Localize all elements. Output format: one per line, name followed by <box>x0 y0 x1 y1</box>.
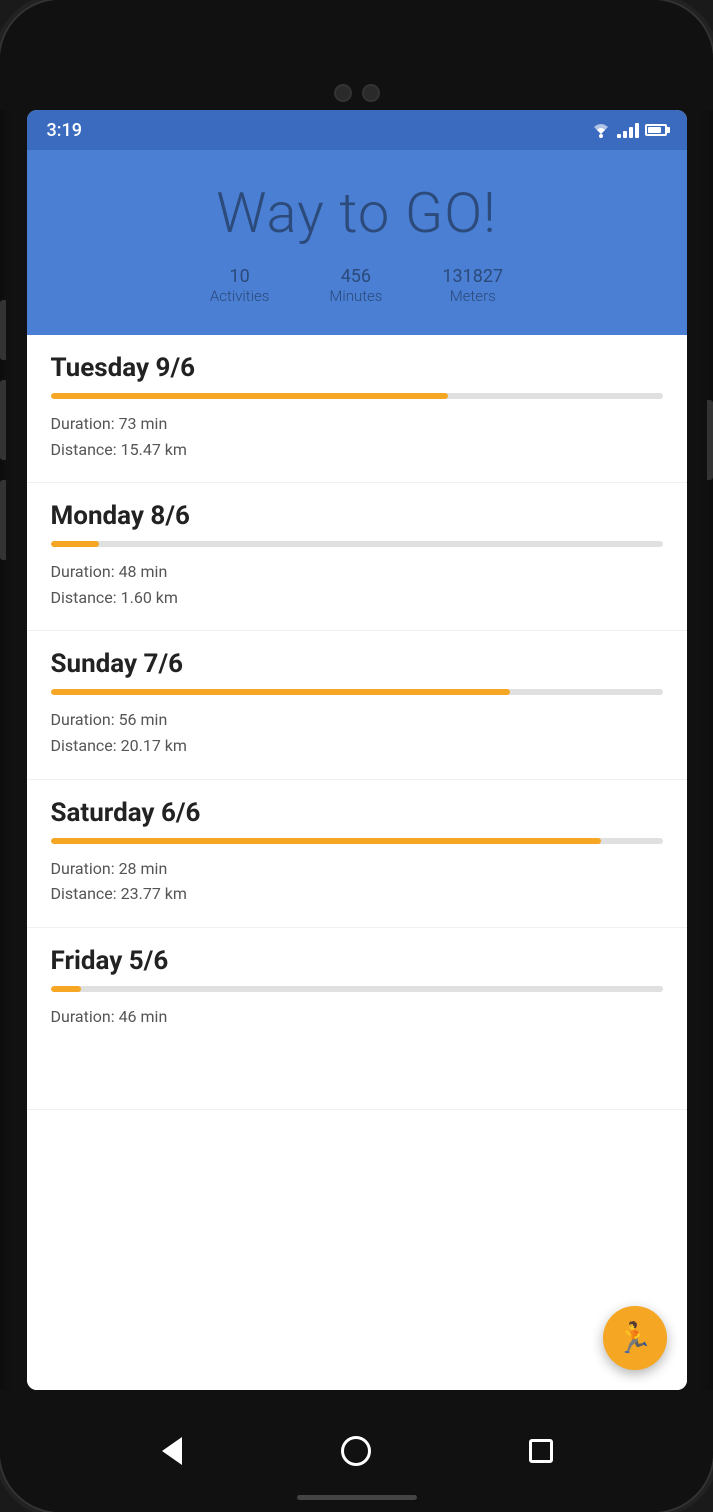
run-icon: 🏃 <box>616 1321 653 1356</box>
activity-day-tuesday: Tuesday 9/6 <box>51 353 663 383</box>
meters-label: Meters <box>442 287 503 305</box>
phone-bottom-bar <box>0 1390 713 1512</box>
activity-saturday[interactable]: Saturday 6/6 Duration: 28 min Distance: … <box>27 780 687 928</box>
activity-duration-monday: Duration: 48 min <box>51 559 663 585</box>
activity-duration-friday: Duration: 46 min <box>51 1004 663 1030</box>
activities-list: Tuesday 9/6 Duration: 73 min Distance: 1… <box>27 335 687 1390</box>
bottom-indicator <box>297 1495 417 1500</box>
phone-top-bar <box>0 0 713 110</box>
status-time: 3:19 <box>47 120 82 141</box>
header-section: Way to GO! 10 Activities 456 Minutes 131… <box>27 150 687 335</box>
phone-frame: 3:19 Way to GO! <box>0 0 713 1512</box>
progress-bar-tuesday <box>51 393 663 399</box>
status-icons <box>591 122 667 138</box>
signal-icon <box>617 122 639 138</box>
progress-bar-sunday <box>51 689 663 695</box>
camera-right <box>362 84 380 102</box>
power-button[interactable] <box>707 400 713 480</box>
recent-icon <box>529 1439 553 1463</box>
progress-bar-friday <box>51 986 663 992</box>
activity-day-friday: Friday 5/6 <box>51 946 663 976</box>
progress-fill-saturday <box>51 838 602 844</box>
volume-down-button[interactable] <box>0 380 6 460</box>
camera-left <box>334 84 352 102</box>
stat-minutes: 456 Minutes <box>329 266 382 305</box>
minutes-value: 456 <box>329 266 382 287</box>
minutes-label: Minutes <box>329 287 382 305</box>
bar2 <box>623 131 627 138</box>
add-activity-button[interactable]: 🏃 <box>603 1306 667 1370</box>
progress-fill-friday <box>51 986 82 992</box>
home-icon <box>341 1436 371 1466</box>
activity-distance-saturday: Distance: 23.77 km <box>51 881 663 907</box>
progress-fill-tuesday <box>51 393 449 399</box>
activities-label: Activities <box>210 287 269 305</box>
activities-value: 10 <box>210 266 269 287</box>
activity-day-sunday: Sunday 7/6 <box>51 649 663 679</box>
activity-sunday[interactable]: Sunday 7/6 Duration: 56 min Distance: 20… <box>27 631 687 779</box>
nav-recent-button[interactable] <box>523 1433 559 1469</box>
activity-distance-sunday: Distance: 20.17 km <box>51 733 663 759</box>
bar3 <box>629 127 633 138</box>
activity-tuesday[interactable]: Tuesday 9/6 Duration: 73 min Distance: 1… <box>27 335 687 483</box>
battery-icon <box>645 124 667 136</box>
activity-day-monday: Monday 8/6 <box>51 501 663 531</box>
header-title: Way to GO! <box>47 180 667 246</box>
stat-meters: 131827 Meters <box>442 266 503 305</box>
bar1 <box>617 134 621 138</box>
stat-activities: 10 Activities <box>210 266 269 305</box>
header-stats: 10 Activities 456 Minutes 131827 Meters <box>47 266 667 305</box>
meters-value: 131827 <box>442 266 503 287</box>
wifi-icon <box>591 122 611 138</box>
progress-bar-monday <box>51 541 663 547</box>
activity-duration-tuesday: Duration: 73 min <box>51 411 663 437</box>
volume-up-button[interactable] <box>0 300 6 360</box>
progress-fill-sunday <box>51 689 510 695</box>
activity-day-saturday: Saturday 6/6 <box>51 798 663 828</box>
status-bar: 3:19 <box>27 110 687 150</box>
nav-back-button[interactable] <box>154 1433 190 1469</box>
activity-friday[interactable]: Friday 5/6 Duration: 46 min <box>27 928 687 1111</box>
activity-duration-saturday: Duration: 28 min <box>51 856 663 882</box>
activity-distance-tuesday: Distance: 15.47 km <box>51 437 663 463</box>
back-icon <box>162 1437 182 1465</box>
activity-duration-sunday: Duration: 56 min <box>51 707 663 733</box>
silent-button[interactable] <box>0 480 6 560</box>
nav-home-button[interactable] <box>338 1433 374 1469</box>
activity-monday[interactable]: Monday 8/6 Duration: 48 min Distance: 1.… <box>27 483 687 631</box>
progress-fill-monday <box>51 541 100 547</box>
activity-distance-monday: Distance: 1.60 km <box>51 585 663 611</box>
bar4 <box>635 123 639 138</box>
battery-fill <box>648 127 662 133</box>
progress-bar-saturday <box>51 838 663 844</box>
camera-area <box>334 84 380 102</box>
phone-screen: 3:19 Way to GO! <box>27 110 687 1390</box>
